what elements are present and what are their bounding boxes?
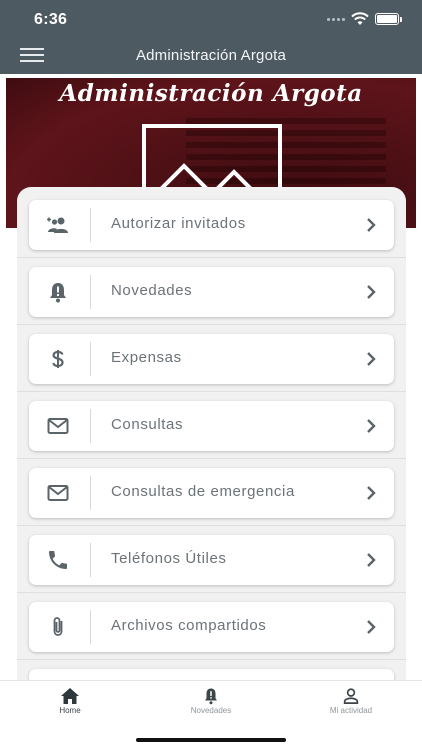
- status-bar: 6:36: [0, 0, 422, 38]
- divider: [17, 458, 406, 459]
- home-icon: [61, 688, 79, 704]
- menu-item-telefonos-utiles[interactable]: Teléfonos Útiles: [29, 535, 394, 585]
- chevron-right-icon: [367, 419, 376, 433]
- menu-item-label: Expensas: [111, 349, 182, 366]
- tab-home[interactable]: Home: [10, 687, 130, 727]
- divider: [17, 525, 406, 526]
- tab-label: Mi actividad: [329, 706, 373, 715]
- chevron-right-icon: [367, 486, 376, 500]
- nav-title: Administración Argota: [135, 47, 287, 64]
- menu-item-novedades[interactable]: Novedades: [29, 267, 394, 317]
- envelope-icon: [47, 485, 69, 501]
- divider: [17, 324, 406, 325]
- divider: [17, 659, 406, 660]
- separator-line: [90, 543, 91, 577]
- battery-tip: [400, 16, 402, 22]
- chevron-right-icon: [367, 620, 376, 634]
- menu-item-autorizar-invitados[interactable]: Autorizar invitados: [29, 200, 394, 250]
- menu-item-label: Novedades: [111, 282, 193, 299]
- battery-icon: [375, 13, 399, 25]
- status-icons: [327, 12, 402, 26]
- menu-list: Autorizar invitados Novedades Expensas C…: [17, 187, 406, 680]
- menu-item-label: Teléfonos Útiles: [111, 550, 227, 567]
- bell-alert-icon: [205, 688, 217, 705]
- menu-item-partial[interactable]: [29, 669, 394, 680]
- separator-line: [90, 409, 91, 443]
- tab-label: Novedades: [190, 706, 232, 715]
- signal-icon: [327, 17, 345, 21]
- tab-mi-actividad[interactable]: Mi actividad: [291, 687, 411, 727]
- dollar-icon: [52, 350, 64, 368]
- paperclip-icon: [53, 617, 63, 636]
- tab-novedades[interactable]: Novedades: [151, 687, 271, 727]
- nav-bar: Administración Argota: [0, 38, 422, 74]
- home-indicator: [136, 738, 286, 742]
- user-icon: [343, 688, 359, 704]
- menu-item-label: Consultas de emergencia: [111, 483, 295, 500]
- chevron-right-icon: [367, 285, 376, 299]
- menu-item-label: Autorizar invitados: [111, 215, 246, 232]
- chevron-right-icon: [367, 218, 376, 232]
- separator-line: [90, 342, 91, 376]
- divider: [17, 391, 406, 392]
- envelope-icon: [47, 418, 69, 434]
- banner-title: Administración Argota: [59, 80, 363, 107]
- bell-alert-icon: [50, 283, 66, 303]
- menu-item-expensas[interactable]: Expensas: [29, 334, 394, 384]
- phone-icon: [49, 551, 67, 569]
- separator-line: [90, 208, 91, 242]
- menu-item-label: Archivos compartidos: [111, 617, 267, 634]
- chevron-right-icon: [367, 352, 376, 366]
- separator-line: [90, 476, 91, 510]
- menu-item-consultas-emergencia[interactable]: Consultas de emergencia: [29, 468, 394, 518]
- separator-line: [90, 275, 91, 309]
- chevron-right-icon: [367, 553, 376, 567]
- separator-line: [90, 610, 91, 644]
- menu-item-label: Consultas: [111, 416, 184, 433]
- divider: [17, 592, 406, 593]
- menu-item-archivos-compartidos[interactable]: Archivos compartidos: [29, 602, 394, 652]
- divider: [17, 257, 406, 258]
- wifi-icon: [351, 12, 369, 25]
- add-guests-icon: [47, 217, 68, 233]
- menu-item-consultas[interactable]: Consultas: [29, 401, 394, 451]
- status-time: 6:36: [34, 11, 68, 28]
- tab-label: Home: [59, 706, 81, 715]
